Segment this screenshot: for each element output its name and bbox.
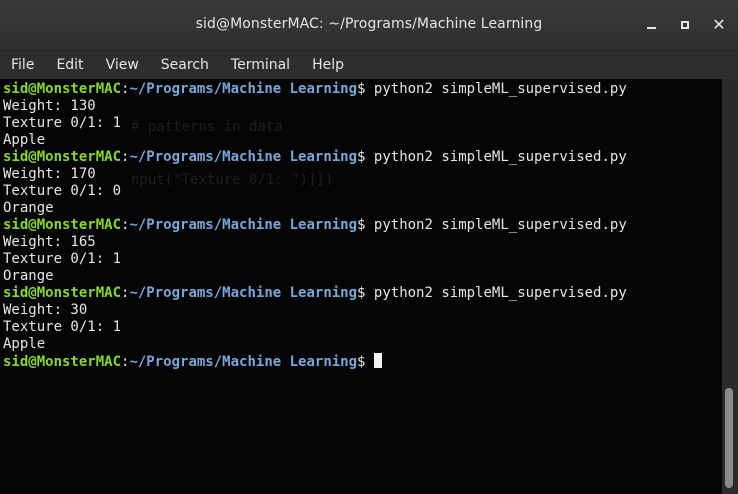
close-icon: ✕ (712, 15, 726, 34)
background-text-1: # patterns in data (131, 119, 283, 135)
maximize-button[interactable] (676, 16, 694, 34)
terminal-output[interactable]: # patterns in data nput("Texture 0/1: ")… (0, 79, 722, 494)
prompt-path: ~/Programs/Machine Learning (129, 149, 358, 165)
minimize-icon (646, 27, 656, 29)
prompt-user: sid@MonsterMAC (3, 217, 122, 233)
prompt-path: ~/Programs/Machine Learning (129, 217, 358, 233)
output-line: Apple (3, 336, 46, 352)
output-line: Orange (3, 268, 54, 284)
close-button[interactable]: ✕ (710, 16, 728, 34)
menu-file[interactable]: File (11, 55, 34, 75)
prompt-path: ~/Programs/Machine Learning (129, 285, 358, 301)
command-text: python2 simpleML_supervised.py (373, 217, 627, 233)
command-text: python2 simpleML_supervised.py (373, 149, 627, 165)
menu-bar: File Edit View Search Terminal Help (0, 50, 738, 79)
scrollbar-thumb[interactable] (725, 388, 733, 488)
text-cursor (373, 353, 382, 368)
output-line: Orange (3, 200, 54, 216)
prompt-dollar: $ (357, 81, 366, 97)
window-controls: ✕ (642, 16, 728, 34)
output-line: Apple (3, 132, 46, 148)
prompt-line: sid@MonsterMAC:~/Programs/Machine Learni… (3, 217, 722, 234)
menu-search[interactable]: Search (161, 55, 209, 75)
output-line: Texture 0/1: 1 (3, 319, 122, 335)
prompt-dollar: $ (357, 149, 366, 165)
prompt-dollar: $ (357, 354, 366, 370)
output-line: Texture 0/1: 0 (3, 183, 122, 199)
prompt-path: ~/Programs/Machine Learning (129, 354, 358, 370)
menu-terminal[interactable]: Terminal (231, 55, 290, 75)
prompt-user: sid@MonsterMAC (3, 81, 122, 97)
title-bar[interactable]: sid@MonsterMAC: ~/Programs/Machine Learn… (0, 0, 738, 50)
maximize-icon (681, 21, 689, 29)
output-line: Texture 0/1: 1 (3, 251, 122, 267)
menu-view[interactable]: View (106, 55, 139, 75)
current-prompt-line[interactable]: sid@MonsterMAC:~/Programs/Machine Learni… (3, 353, 722, 370)
prompt-user: sid@MonsterMAC (3, 285, 122, 301)
prompt-path: ~/Programs/Machine Learning (129, 81, 358, 97)
output-line: Weight: 30 (3, 302, 88, 318)
prompt-user: sid@MonsterMAC (3, 354, 122, 370)
minimize-button[interactable] (642, 16, 660, 34)
output-line: Texture 0/1: 1 (3, 115, 122, 131)
prompt-dollar: $ (357, 285, 366, 301)
menu-help[interactable]: Help (312, 55, 344, 75)
prompt-dollar: $ (357, 217, 366, 233)
prompt-user: sid@MonsterMAC (3, 149, 122, 165)
terminal-window: sid@MonsterMAC: ~/Programs/Machine Learn… (0, 0, 738, 494)
menu-edit[interactable]: Edit (56, 55, 83, 75)
command-text: python2 simpleML_supervised.py (373, 81, 627, 97)
output-line: Weight: 165 (3, 234, 96, 250)
background-text-2: nput("Texture 0/1: ")]]) (131, 172, 334, 188)
window-title: sid@MonsterMAC: ~/Programs/Machine Learn… (195, 16, 543, 32)
prompt-line: sid@MonsterMAC:~/Programs/Machine Learni… (3, 149, 722, 166)
prompt-line: sid@MonsterMAC:~/Programs/Machine Learni… (3, 285, 722, 302)
prompt-line: sid@MonsterMAC:~/Programs/Machine Learni… (3, 81, 722, 98)
output-line: Weight: 130 (3, 98, 96, 114)
output-line: Weight: 170 (3, 166, 96, 182)
command-text: python2 simpleML_supervised.py (373, 285, 627, 301)
